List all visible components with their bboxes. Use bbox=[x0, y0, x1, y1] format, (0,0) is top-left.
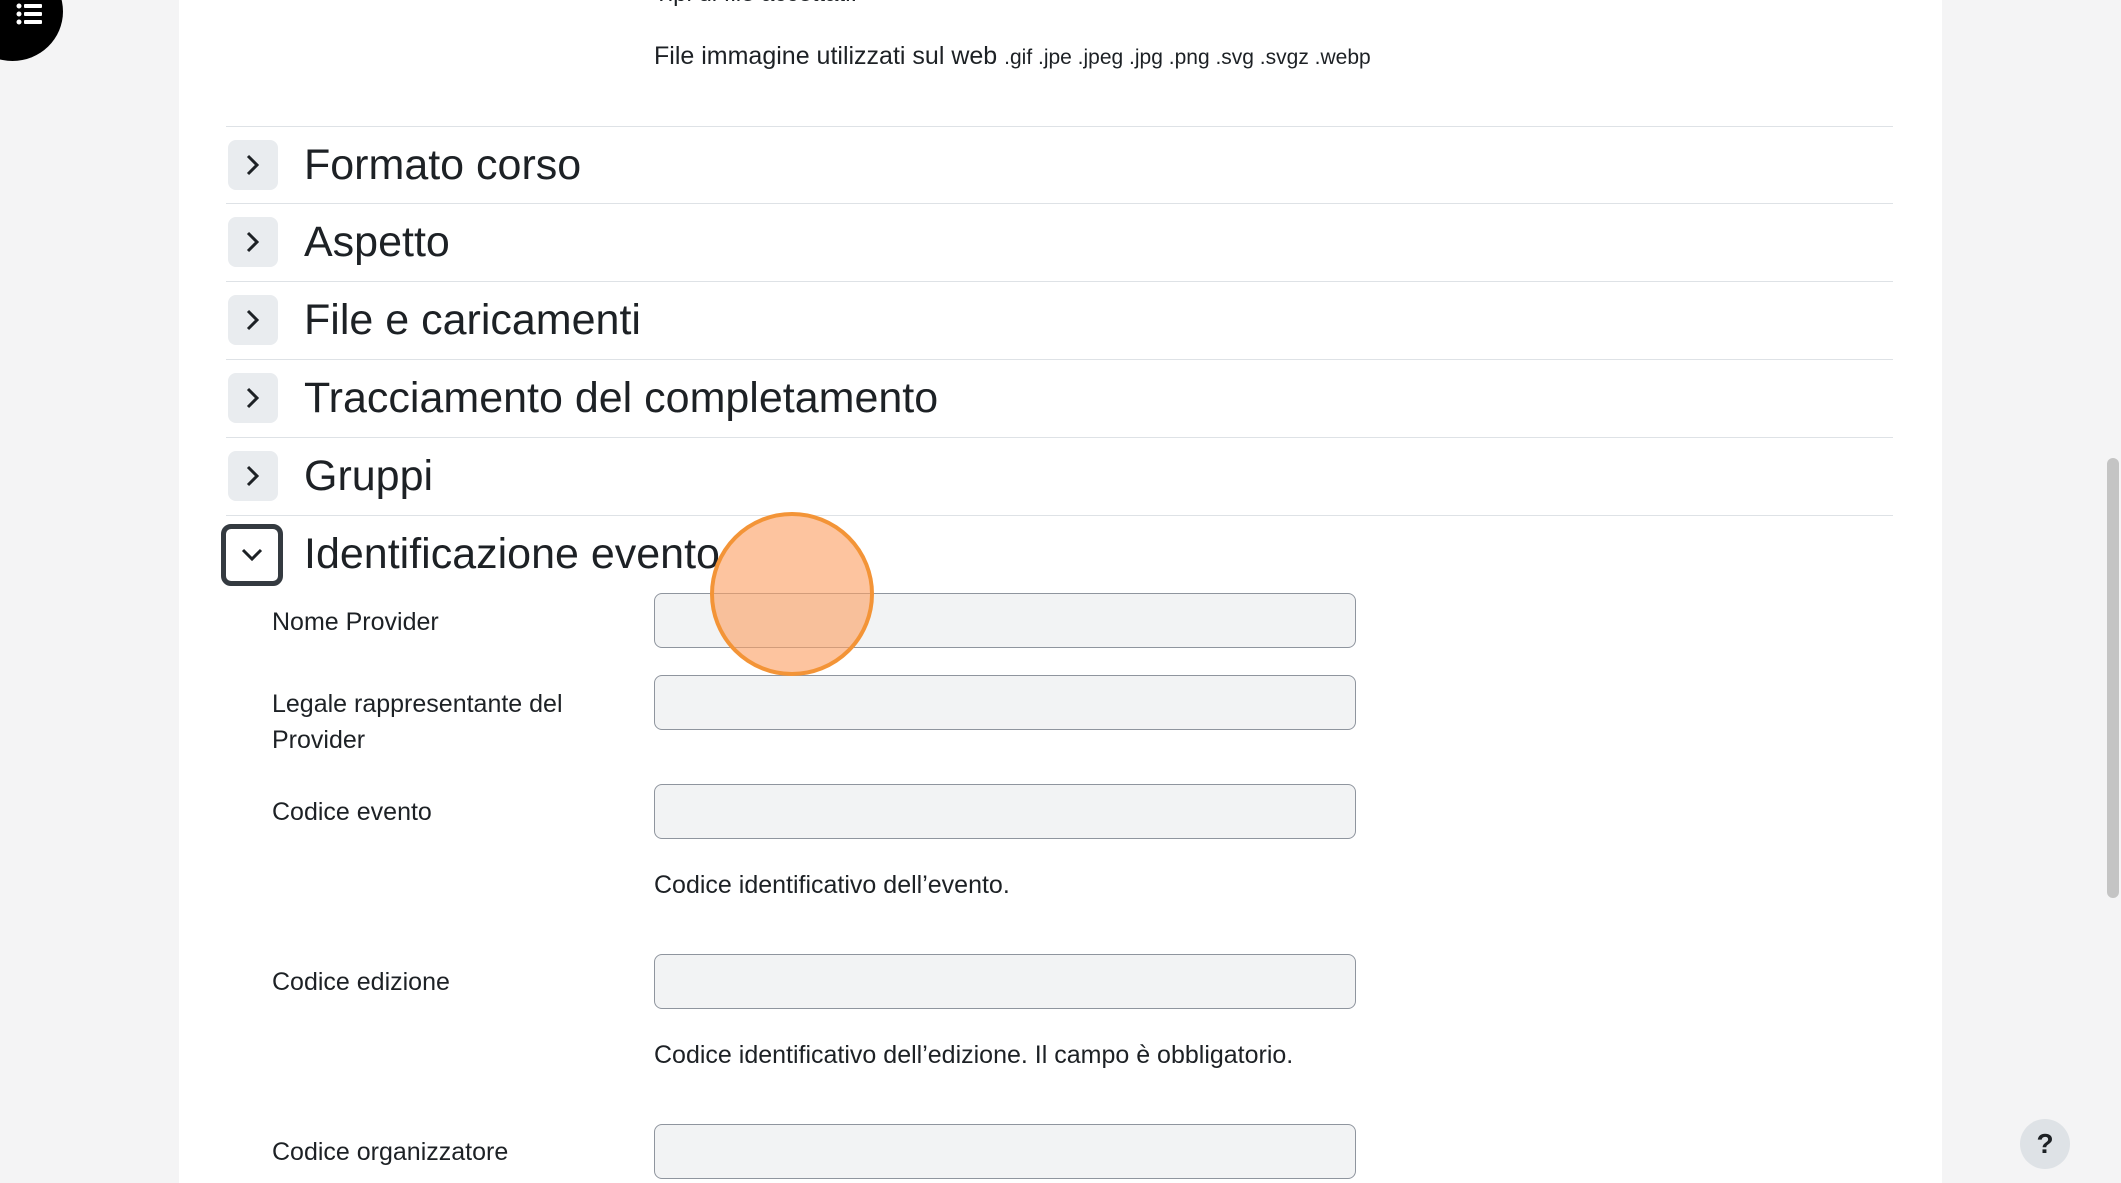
expand-toggle[interactable] bbox=[228, 451, 278, 501]
collapse-toggle[interactable] bbox=[221, 524, 283, 586]
edition-code-help: Codice identificativo dell’edizione. Il … bbox=[654, 1041, 1294, 1069]
section-tracciamento-completamento[interactable]: Tracciamento del completamento bbox=[226, 359, 1893, 437]
section-title[interactable]: File e caricamenti bbox=[304, 294, 641, 346]
event-code-input[interactable] bbox=[654, 784, 1356, 839]
section-formato-corso[interactable]: Formato corso bbox=[226, 126, 1893, 204]
accepted-file-types-label: Tipi di file accettati: bbox=[654, 0, 857, 8]
section-title[interactable]: Formato corso bbox=[304, 139, 581, 191]
chevron-down-icon bbox=[241, 548, 263, 562]
web-image-file-types: File immagine utilizzati sul web .gif .j… bbox=[654, 42, 1371, 71]
section-title[interactable]: Tracciamento del completamento bbox=[304, 372, 938, 424]
legal-representative-input[interactable] bbox=[654, 675, 1356, 730]
event-code-help: Codice identificativo dell’evento. bbox=[654, 871, 1010, 899]
course-index-toggle[interactable] bbox=[0, 0, 63, 61]
section-title[interactable]: Gruppi bbox=[304, 450, 433, 502]
chevron-right-icon bbox=[246, 154, 260, 176]
page-scrollbar[interactable] bbox=[2107, 458, 2119, 898]
section-identificazione-evento[interactable]: Identificazione evento bbox=[221, 515, 1893, 593]
chevron-right-icon bbox=[246, 231, 260, 253]
organizer-code-input[interactable] bbox=[654, 1124, 1356, 1179]
section-title[interactable]: Identificazione evento bbox=[304, 528, 720, 580]
web-images-label: File immagine utilizzati sul web bbox=[654, 42, 998, 70]
event-code-label: Codice evento bbox=[272, 798, 432, 826]
chevron-right-icon bbox=[246, 465, 260, 487]
provider-name-label: Nome Provider bbox=[272, 608, 439, 636]
organizer-code-label: Codice organizzatore bbox=[272, 1138, 509, 1166]
help-button[interactable]: ? bbox=[2020, 1119, 2070, 1169]
expand-toggle[interactable] bbox=[228, 295, 278, 345]
list-icon bbox=[16, 3, 42, 25]
chevron-right-icon bbox=[246, 387, 260, 409]
edition-code-label: Codice edizione bbox=[272, 968, 450, 996]
edition-code-input[interactable] bbox=[654, 954, 1356, 1009]
section-title[interactable]: Aspetto bbox=[304, 216, 450, 268]
section-aspetto[interactable]: Aspetto bbox=[226, 203, 1893, 281]
provider-name-input[interactable] bbox=[654, 593, 1356, 648]
web-images-extensions: .gif .jpe .jpeg .jpg .png .svg .svgz .we… bbox=[1004, 46, 1371, 69]
chevron-right-icon bbox=[246, 309, 260, 331]
section-file-e-caricamenti[interactable]: File e caricamenti bbox=[226, 281, 1893, 359]
expand-toggle[interactable] bbox=[228, 140, 278, 190]
expand-toggle[interactable] bbox=[228, 373, 278, 423]
section-gruppi[interactable]: Gruppi bbox=[226, 437, 1893, 515]
expand-toggle[interactable] bbox=[228, 217, 278, 267]
legal-representative-label: Legale rappresentante del Provider bbox=[272, 690, 563, 754]
